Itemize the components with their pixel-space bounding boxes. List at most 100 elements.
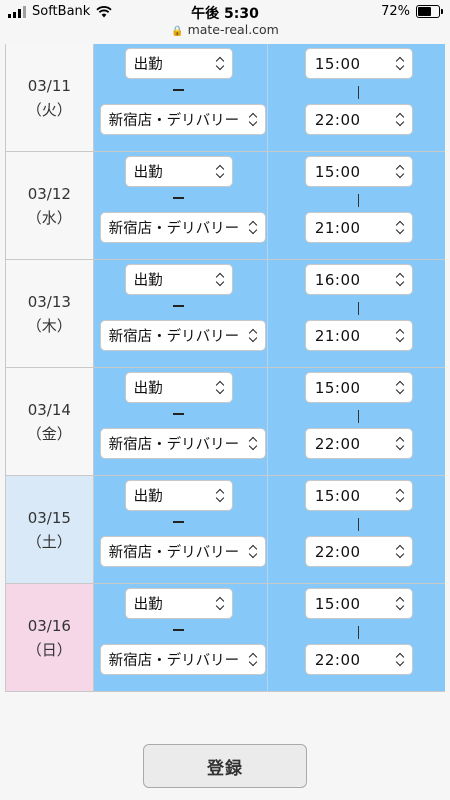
register-button[interactable]: 登録	[143, 744, 307, 788]
start-time-select[interactable]: 15:00	[304, 48, 413, 79]
attendance-value: 出勤	[133, 165, 163, 181]
end-time-value: 22:00	[314, 110, 361, 129]
start-time-select[interactable]: 15:00	[304, 480, 413, 511]
date-cell: 03/11 （火）	[5, 44, 94, 151]
select-chevron-icon	[396, 113, 405, 127]
shift-row: 03/15 （土） 出勤 新宿店・デリバリー 15:00 22:00	[5, 476, 445, 584]
separator-dash	[172, 413, 184, 415]
select-chevron-icon	[249, 113, 258, 127]
date-label: 03/12	[27, 184, 71, 203]
select-chevron-icon	[396, 437, 405, 451]
select-chevron-icon	[396, 57, 405, 71]
address-bar[interactable]: 🔒 mate-real.com	[0, 22, 450, 37]
end-time-value: 22:00	[314, 650, 361, 669]
attendance-select[interactable]: 出勤	[124, 588, 233, 619]
end-time-value: 21:00	[314, 218, 361, 237]
select-chevron-icon	[396, 381, 405, 395]
attendance-value: 出勤	[133, 597, 163, 613]
end-time-select[interactable]: 22:00	[304, 428, 413, 459]
shift-schedule-table: 03/11 （火） 出勤 新宿店・デリバリー 15:00 22:00 03/12…	[5, 44, 445, 692]
start-time-value: 15:00	[314, 594, 361, 613]
end-time-select[interactable]: 22:00	[304, 104, 413, 135]
select-chevron-icon	[396, 329, 405, 343]
store-select[interactable]: 新宿店・デリバリー	[99, 428, 266, 459]
time-range-separator	[357, 194, 359, 207]
store-select[interactable]: 新宿店・デリバリー	[99, 212, 266, 243]
start-time-value: 15:00	[314, 486, 361, 505]
date-label: 03/15	[27, 508, 71, 527]
select-chevron-icon	[396, 273, 405, 287]
time-cell: 15:00 22:00	[267, 368, 445, 475]
weekday-label: （日）	[26, 640, 72, 659]
status-store-cell: 出勤 新宿店・デリバリー	[93, 476, 268, 583]
time-range-separator	[357, 302, 359, 315]
select-chevron-icon	[249, 221, 258, 235]
store-value: 新宿店・デリバリー	[108, 221, 240, 237]
date-label: 03/13	[27, 292, 71, 311]
start-time-value: 15:00	[314, 378, 361, 397]
date-label: 03/16	[27, 616, 71, 635]
store-value: 新宿店・デリバリー	[108, 113, 240, 129]
separator-dash	[172, 629, 184, 631]
end-time-select[interactable]: 21:00	[304, 212, 413, 243]
date-label: 03/11	[27, 76, 71, 95]
date-cell: 03/16 （日）	[5, 584, 94, 691]
store-select[interactable]: 新宿店・デリバリー	[99, 320, 266, 351]
store-value: 新宿店・デリバリー	[108, 545, 240, 561]
select-chevron-icon	[216, 381, 225, 395]
select-chevron-icon	[216, 165, 225, 179]
select-chevron-icon	[249, 545, 258, 559]
weekday-label: （木）	[26, 316, 72, 335]
date-cell: 03/12 （水）	[5, 152, 94, 259]
weekday-label: （金）	[26, 424, 72, 443]
start-time-select[interactable]: 15:00	[304, 588, 413, 619]
battery-icon	[416, 5, 443, 18]
select-chevron-icon	[216, 57, 225, 71]
separator-dash	[172, 197, 184, 199]
attendance-select[interactable]: 出勤	[124, 480, 233, 511]
end-time-select[interactable]: 22:00	[304, 536, 413, 567]
select-chevron-icon	[249, 329, 258, 343]
store-select[interactable]: 新宿店・デリバリー	[99, 644, 266, 675]
status-right: 72%	[381, 4, 443, 19]
store-select[interactable]: 新宿店・デリバリー	[99, 536, 266, 567]
time-range-separator	[357, 410, 359, 423]
attendance-select[interactable]: 出勤	[124, 156, 233, 187]
select-chevron-icon	[249, 653, 258, 667]
end-time-select[interactable]: 21:00	[304, 320, 413, 351]
time-cell: 15:00 21:00	[267, 152, 445, 259]
time-cell: 15:00 22:00	[267, 476, 445, 583]
attendance-value: 出勤	[133, 273, 163, 289]
start-time-value: 15:00	[314, 54, 361, 73]
attendance-select[interactable]: 出勤	[124, 264, 233, 295]
attendance-select[interactable]: 出勤	[124, 372, 233, 403]
select-chevron-icon	[396, 597, 405, 611]
select-chevron-icon	[396, 165, 405, 179]
status-store-cell: 出勤 新宿店・デリバリー	[93, 368, 268, 475]
end-time-select[interactable]: 22:00	[304, 644, 413, 675]
end-time-value: 22:00	[314, 542, 361, 561]
date-cell: 03/14 （金）	[5, 368, 94, 475]
shift-row: 03/11 （火） 出勤 新宿店・デリバリー 15:00 22:00	[5, 44, 445, 152]
store-select[interactable]: 新宿店・デリバリー	[99, 104, 266, 135]
select-chevron-icon	[249, 437, 258, 451]
separator-dash	[172, 89, 184, 91]
separator-dash	[172, 305, 184, 307]
start-time-select[interactable]: 16:00	[304, 264, 413, 295]
select-chevron-icon	[396, 221, 405, 235]
attendance-value: 出勤	[133, 489, 163, 505]
store-value: 新宿店・デリバリー	[108, 437, 240, 453]
attendance-value: 出勤	[133, 381, 163, 397]
attendance-value: 出勤	[133, 57, 163, 73]
separator-dash	[172, 521, 184, 523]
weekday-label: （火）	[26, 100, 72, 119]
attendance-select[interactable]: 出勤	[124, 48, 233, 79]
time-range-separator	[357, 86, 359, 99]
start-time-select[interactable]: 15:00	[304, 156, 413, 187]
store-value: 新宿店・デリバリー	[108, 329, 240, 345]
date-cell: 03/15 （土）	[5, 476, 94, 583]
weekday-label: （水）	[26, 208, 72, 227]
end-time-value: 22:00	[314, 434, 361, 453]
shift-row: 03/13 （木） 出勤 新宿店・デリバリー 16:00 21:00	[5, 260, 445, 368]
start-time-select[interactable]: 15:00	[304, 372, 413, 403]
